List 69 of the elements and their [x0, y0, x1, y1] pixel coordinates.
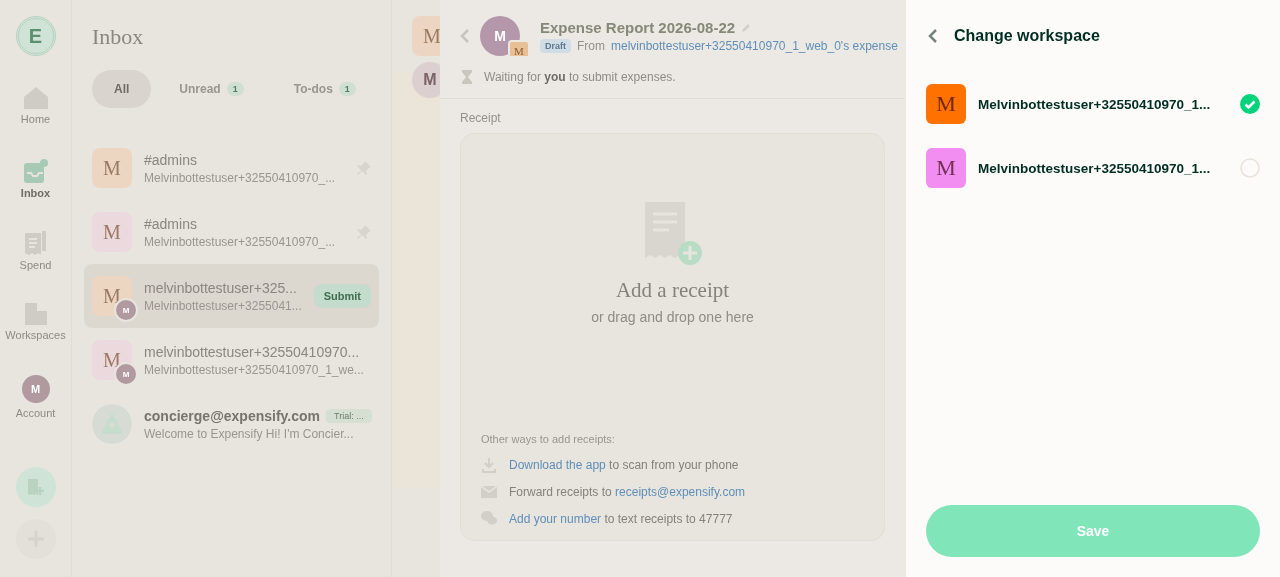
- trial-badge: Trial: ...: [326, 408, 372, 423]
- receipt-option-text: Download the app to scan from your phone: [509, 458, 739, 472]
- nav-label: Home: [20, 113, 51, 125]
- filter-tab[interactable]: Unread 1: [157, 70, 266, 108]
- receipt-option-text: Forward receipts to receipts@expensify.com: [509, 485, 746, 499]
- workspace-avatar: M: [508, 40, 530, 56]
- inbox-title: Inbox: [92, 24, 145, 50]
- back-icon[interactable]: [460, 28, 470, 44]
- workspace-name: Melvinbottestuser+32550410970_1...: [978, 160, 1212, 176]
- filter-tab[interactable]: To-dos 1: [271, 70, 378, 108]
- building-icon: [24, 303, 47, 325]
- chat-item[interactable]: M #admins Melvinbottestuser+32550410970_...: [84, 200, 379, 264]
- count-badge: 1: [226, 82, 244, 96]
- new-expense-button[interactable]: [15, 467, 56, 507]
- inbox-icon: [23, 159, 48, 183]
- workspace-avatar: M: [926, 84, 966, 124]
- nav-label: Workspaces: [5, 329, 66, 341]
- text-link[interactable]: receipts@expensify.com: [615, 485, 746, 499]
- nav-item[interactable]: Spend: [0, 230, 72, 302]
- nav-item[interactable]: M Account: [0, 374, 72, 446]
- workspace-link[interactable]: melvinbottestuser+32550410970_1_web_0's expense: [611, 39, 898, 53]
- panel-title: Change workspace: [954, 27, 1100, 45]
- chat-item[interactable]: M #admins Melvinbottestuser+32550410970_...: [84, 136, 379, 200]
- dropzone-subtitle: or drag and drop one here: [591, 309, 754, 325]
- nav-label: Account: [15, 407, 56, 419]
- workspace-option[interactable]: M Melvinbottestuser+32550410970_1...: [926, 72, 1260, 136]
- count-badge: 1: [338, 82, 356, 96]
- receipt-dropzone[interactable]: Add a receipt or drag and drop one here Other ways to add receipts: Download the app to scan from your phone Forward receipts to receipts@expensify.com Add your number to text receipts to 47777: [460, 133, 885, 541]
- nav-item[interactable]: Workspaces: [0, 302, 72, 374]
- chat-preview: Melvinbottestuser+32550410970_...: [144, 234, 337, 249]
- nav-label: Inbox: [20, 187, 51, 199]
- nav-item[interactable]: Home: [0, 86, 72, 158]
- chat-title: concierge@expensify.com: [144, 407, 320, 424]
- hourglass-icon: [462, 70, 472, 84]
- dropzone-title: Add a receipt: [615, 278, 730, 303]
- from-label: From: [577, 39, 605, 53]
- chat-preview: Welcome to Expensify Hi! I'm Concier...: [144, 426, 355, 441]
- nav-label: Spend: [19, 259, 52, 271]
- workspace-avatar: M: [926, 148, 966, 188]
- receipt-label: Receipt: [459, 110, 502, 127]
- receipt-plus-icon: [642, 200, 703, 266]
- chat-avatar: M: [92, 148, 132, 188]
- chat-preview: Melvinbottestuser+32550410970_...: [144, 170, 337, 185]
- text-link[interactable]: Add your number: [509, 511, 602, 526]
- chat-title: melvinbottestuser+325...: [144, 279, 297, 296]
- account-avatar: M: [21, 375, 50, 403]
- nav-item[interactable]: Inbox: [0, 158, 72, 230]
- chat-avatar: M: [92, 212, 132, 252]
- report-title: Expense Report 2026-08-22: [540, 19, 736, 36]
- chat-preview: Melvinbottestuser+32550410970_1_we...: [144, 362, 365, 377]
- receipt-option-text: Add your number to text receipts to 47777: [509, 511, 733, 526]
- app-logo[interactable]: E: [15, 16, 56, 56]
- chat-title: #admins: [144, 151, 197, 168]
- home-icon: [23, 87, 48, 109]
- filter-tab[interactable]: All: [92, 70, 152, 108]
- status-badge: Draft: [540, 39, 571, 53]
- pencil-icon[interactable]: [741, 22, 752, 33]
- chat-title: melvinbottestuser+32550410970...: [144, 343, 360, 360]
- workspace-option[interactable]: M Melvinbottestuser+32550410970_1...: [926, 136, 1260, 200]
- chat-item[interactable]: concierge@expensify.com Trial: ... Welcome to Expensify Hi! I'm Concier...: [84, 392, 379, 456]
- waiting-message: Waiting for you to submit expenses.: [484, 70, 676, 84]
- receipt-icon: [24, 231, 47, 255]
- chat-title: #admins: [144, 215, 197, 232]
- chat-preview: Melvinbottestuser+3255041...: [144, 298, 302, 313]
- submit-button[interactable]: Submit: [313, 284, 371, 308]
- text-link[interactable]: Download the app: [509, 458, 606, 472]
- workspace-name: Melvinbottestuser+32550410970_1...: [978, 96, 1212, 112]
- other-ways-heading: Other ways to add receipts:: [481, 433, 616, 445]
- back-icon: [928, 28, 938, 44]
